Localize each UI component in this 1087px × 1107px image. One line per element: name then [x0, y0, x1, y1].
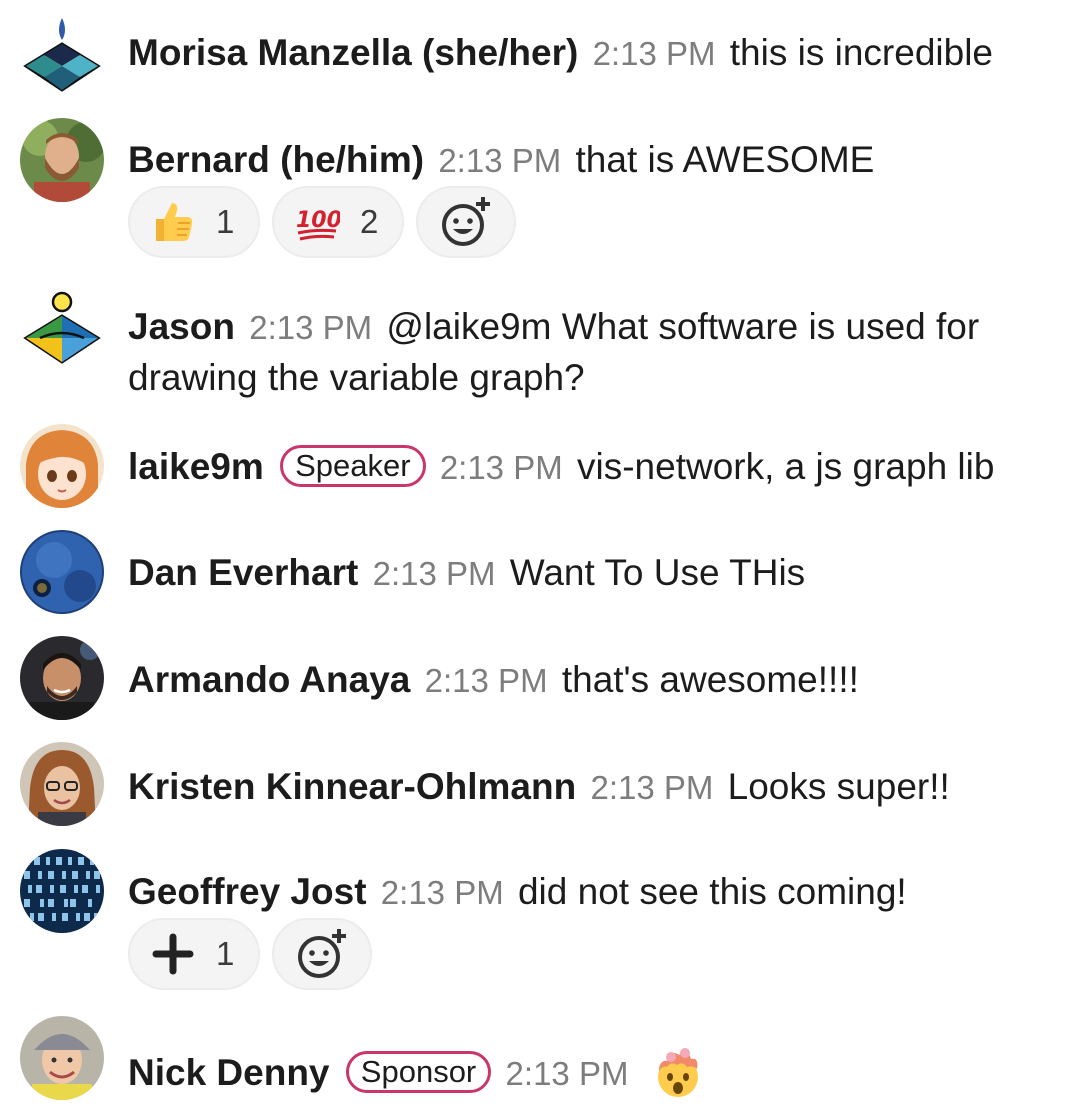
timestamp[interactable]: 2:13 PM	[593, 35, 716, 72]
thumbs-up-icon	[150, 199, 196, 245]
reaction-count: 1	[216, 203, 235, 240]
reaction-hundred[interactable]: 100 2	[272, 186, 404, 258]
add-reaction-button[interactable]	[272, 918, 372, 990]
timestamp[interactable]: 2:13 PM	[506, 1055, 629, 1092]
binary-pattern-avatar[interactable]	[20, 849, 104, 933]
add-reaction-icon	[439, 195, 493, 249]
timestamp[interactable]: 2:13 PM	[373, 555, 496, 592]
anime-girl-avatar[interactable]	[20, 424, 104, 508]
blue-planet-avatar[interactable]	[20, 530, 104, 614]
geometric-diamond-blue-avatar[interactable]	[20, 14, 104, 98]
author-name[interactable]: Dan Everhart	[128, 552, 358, 593]
author-name[interactable]: Geoffrey Jost	[128, 871, 367, 912]
reaction-plus-one[interactable]: 1	[128, 918, 260, 990]
author-name[interactable]: Morisa Manzella (she/her)	[128, 32, 578, 73]
exploding-head-icon	[649, 1041, 707, 1099]
author-name[interactable]: Kristen Kinnear-Ohlmann	[128, 766, 576, 807]
hundred-points-icon: 100	[294, 199, 340, 245]
add-reaction-button[interactable]	[416, 186, 516, 258]
reaction-thumbs-up[interactable]: 1	[128, 186, 260, 258]
add-reaction-icon	[295, 927, 349, 981]
timestamp[interactable]: 2:13 PM	[381, 874, 504, 911]
smiling-man-photo-avatar[interactable]	[20, 636, 104, 720]
message-text: this is incredible	[729, 32, 993, 73]
reaction-count: 1	[216, 935, 235, 972]
message-text: that's awesome!!!!	[561, 659, 859, 700]
geometric-diamond-sun-avatar[interactable]	[20, 288, 104, 372]
reaction-bar: 1	[128, 918, 372, 990]
sponsor-badge: Sponsor	[345, 1051, 492, 1093]
timestamp[interactable]: 2:13 PM	[590, 769, 713, 806]
woman-glasses-photo-avatar[interactable]	[20, 742, 104, 826]
speaker-badge: Speaker	[280, 445, 426, 487]
message-text: that is AWESOME	[575, 139, 875, 180]
reaction-count: 2	[360, 203, 379, 240]
man-cap-photo-avatar[interactable]	[20, 1016, 104, 1100]
author-name[interactable]: Armando Anaya	[128, 659, 410, 700]
author-name[interactable]: Nick Denny	[128, 1052, 330, 1093]
bearded-man-photo-avatar[interactable]	[20, 118, 104, 202]
author-name[interactable]: Jason	[128, 306, 235, 347]
reaction-bar: 1 100 2	[128, 186, 516, 258]
timestamp[interactable]: 2:13 PM	[249, 309, 372, 346]
author-name[interactable]: Bernard (he/him)	[128, 139, 424, 180]
timestamp[interactable]: 2:13 PM	[440, 449, 563, 486]
timestamp[interactable]: 2:13 PM	[438, 142, 561, 179]
message-text: Looks super!!	[727, 766, 950, 807]
plus-one-icon	[150, 931, 196, 977]
author-name[interactable]: laike9m	[128, 446, 264, 487]
timestamp[interactable]: 2:13 PM	[425, 662, 548, 699]
message-text: did not see this coming!	[517, 871, 907, 912]
message-text: vis-network, a js graph lib	[577, 446, 995, 487]
message-text: Want To Use THis	[509, 552, 806, 593]
